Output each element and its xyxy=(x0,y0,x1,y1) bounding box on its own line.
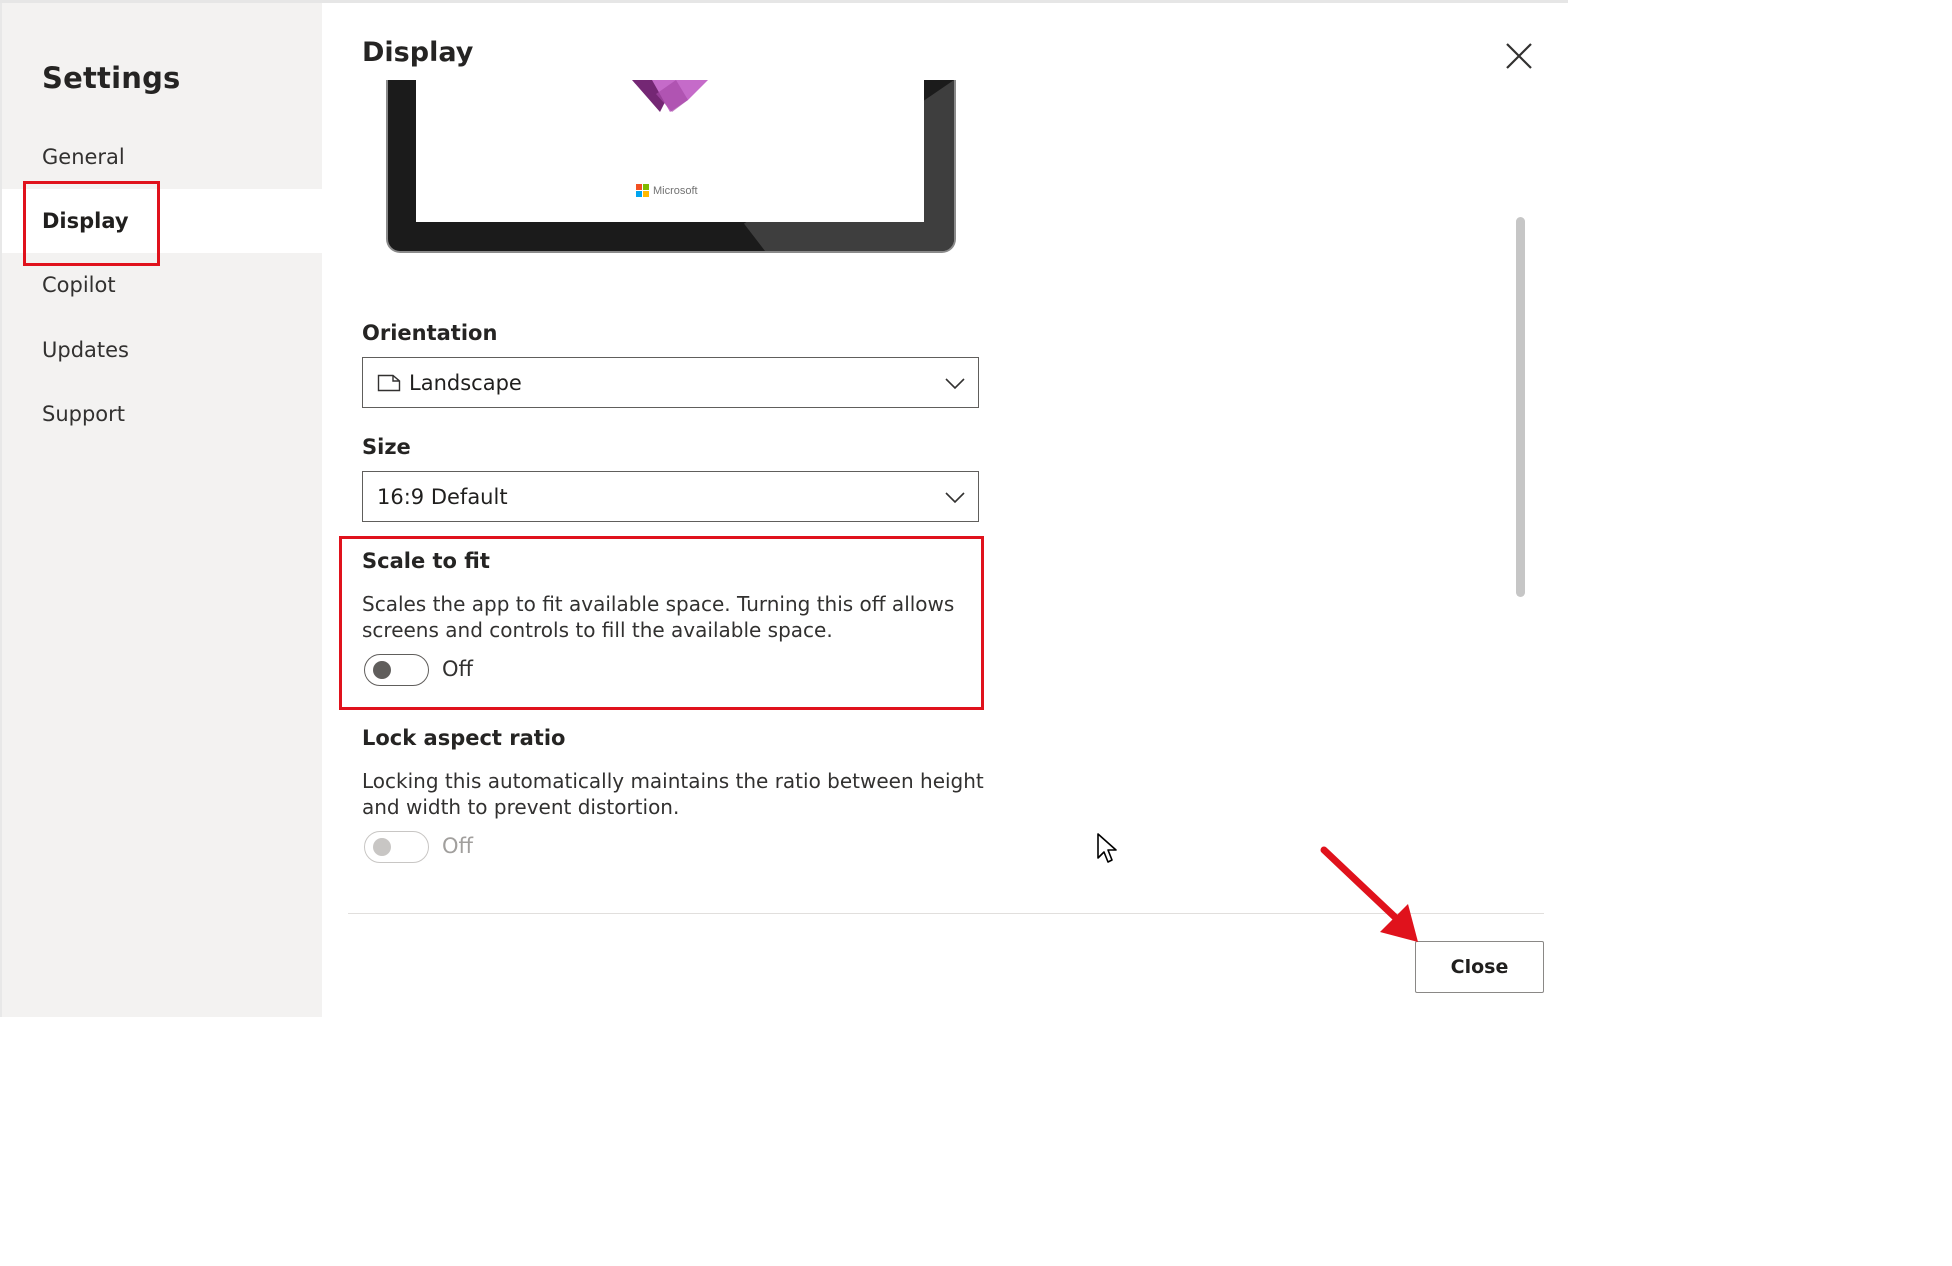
page-landscape-icon xyxy=(377,374,401,391)
sidebar-title: Settings xyxy=(42,61,181,95)
sidebar-item-general[interactable]: General xyxy=(2,125,322,189)
size-dropdown[interactable]: 16:9 Default xyxy=(362,471,979,522)
toggle-knob xyxy=(373,661,391,679)
scale-to-fit-toggle[interactable] xyxy=(364,654,429,686)
device-preview: Microsoft xyxy=(386,80,956,253)
lock-aspect-ratio-toggle[interactable] xyxy=(364,831,429,863)
scale-to-fit-state: Off xyxy=(442,657,473,681)
lock-aspect-ratio-state: Off xyxy=(442,834,473,858)
annotation-arrow-icon xyxy=(1320,846,1418,942)
close-button[interactable]: Close xyxy=(1415,941,1544,993)
display-highlight-box xyxy=(23,181,160,266)
toggle-knob xyxy=(373,838,391,856)
scale-to-fit-label: Scale to fit xyxy=(362,549,490,573)
sidebar-item-support[interactable]: Support xyxy=(2,382,322,446)
close-icon[interactable] xyxy=(1500,37,1538,75)
orientation-label: Orientation xyxy=(362,321,498,345)
scale-to-fit-description: Scales the app to fit available space. T… xyxy=(362,592,955,642)
microsoft-text: Microsoft xyxy=(653,184,698,197)
page-title: Display xyxy=(362,37,474,68)
microsoft-logo: Microsoft xyxy=(636,184,698,197)
chevron-down-icon xyxy=(945,378,965,390)
powerapps-logo-icon xyxy=(632,80,708,112)
device-screen: Microsoft xyxy=(416,80,924,222)
sidebar-item-updates[interactable]: Updates xyxy=(2,318,322,382)
orientation-value: Landscape xyxy=(409,370,522,395)
lock-aspect-ratio-description: Locking this automatically maintains the… xyxy=(362,769,984,819)
lock-aspect-ratio-label: Lock aspect ratio xyxy=(362,726,566,750)
size-label: Size xyxy=(362,435,411,459)
size-value: 16:9 Default xyxy=(377,484,508,509)
settings-sidebar: Settings General Display Copilot Updates… xyxy=(0,3,322,1017)
microsoft-grid-icon xyxy=(636,184,649,197)
mouse-cursor-icon xyxy=(1097,833,1117,863)
chevron-down-icon xyxy=(945,492,965,504)
scrollbar[interactable] xyxy=(1516,217,1525,597)
orientation-dropdown[interactable]: Landscape xyxy=(362,357,979,408)
